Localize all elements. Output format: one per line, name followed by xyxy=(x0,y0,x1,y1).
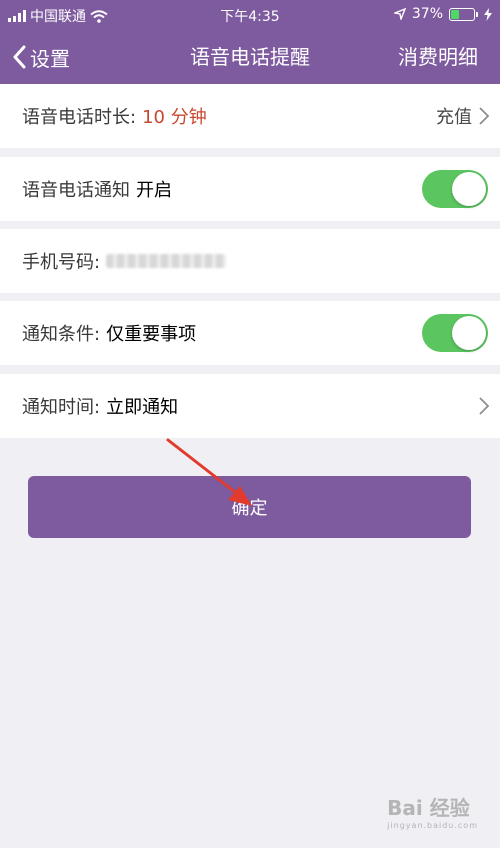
charging-bolt-icon xyxy=(484,7,492,21)
duration-label: 语音电话时长: xyxy=(22,107,137,128)
recharge-link[interactable]: 充值 xyxy=(436,103,472,129)
back-button[interactable]: 设置 xyxy=(12,30,70,84)
voice-notify-toggle[interactable] xyxy=(422,170,488,208)
duration-row[interactable]: 语音电话时长: 10 分钟 充值 xyxy=(0,84,500,148)
billing-details-button[interactable]: 消费明细 xyxy=(398,30,478,84)
baidu-jingyan-watermark: Bai 经验 jingyan.baidu.com xyxy=(387,796,478,830)
voice-notify-status: 开启 xyxy=(136,180,172,201)
back-label: 设置 xyxy=(30,46,70,71)
condition-toggle[interactable] xyxy=(422,314,488,352)
nav-bar: 设置 语音电话提醒 消费明细 xyxy=(0,30,500,84)
condition-row: 通知条件: 仅重要事项 xyxy=(0,301,500,365)
voice-notify-row: 语音电话通知 开启 xyxy=(0,157,500,221)
notify-time-label: 通知时间: xyxy=(22,397,101,418)
duration-value: 10 分钟 xyxy=(142,107,207,128)
status-right: 37% xyxy=(393,6,492,22)
annotation-arrow-icon xyxy=(166,438,252,506)
voice-notify-label: 语音电话通知 xyxy=(22,180,130,201)
chevron-right-icon xyxy=(479,397,490,415)
phone-row: 手机号码: xyxy=(0,229,500,293)
location-arrow-icon xyxy=(393,8,406,20)
battery-fill xyxy=(451,9,460,19)
battery-percent: 37% xyxy=(411,6,443,22)
condition-value: 仅重要事项 xyxy=(106,324,197,345)
chevron-right-icon xyxy=(479,107,490,125)
header: 中国联通 下午4:35 37% 设置 语音电话提醒 消费明细 xyxy=(0,0,500,84)
battery-icon xyxy=(449,7,478,21)
chevron-left-icon xyxy=(13,45,26,69)
status-bar: 中国联通 下午4:35 37% xyxy=(0,0,500,30)
condition-label: 通知条件: xyxy=(22,324,101,345)
notify-time-value: 立即通知 xyxy=(106,397,179,418)
notify-time-row[interactable]: 通知时间: 立即通知 xyxy=(0,374,500,438)
masked-phone-number xyxy=(106,254,227,268)
phone-label: 手机号码: xyxy=(22,252,101,273)
